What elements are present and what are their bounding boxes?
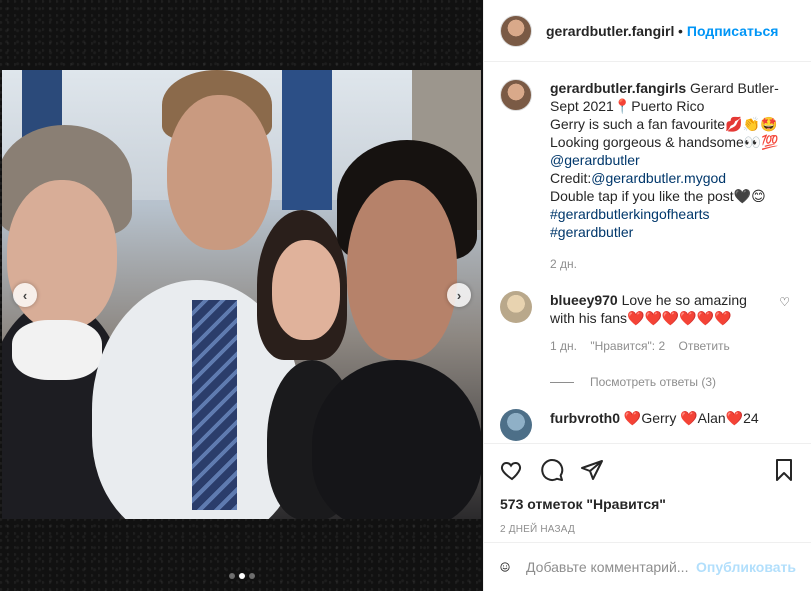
chevron-right-icon: › (456, 287, 462, 303)
carousel-next-button[interactable]: › (447, 283, 471, 307)
smile-icon[interactable] (500, 555, 510, 579)
caption-meta: 2 дн. (550, 255, 779, 273)
caption-line1: Gerard Butler- (690, 80, 779, 96)
save-button[interactable] (772, 458, 796, 482)
view-replies-label[interactable]: Посмотреть ответы (3) (590, 375, 716, 389)
post-media-area: ‹ › (0, 0, 483, 591)
add-comment-bar: Опубликовать (484, 542, 811, 591)
caption-username[interactable]: gerardbutler.fangirls (550, 80, 686, 96)
comment-button[interactable] (540, 458, 564, 482)
comment-input[interactable] (526, 559, 693, 575)
comment-item: blueey970 Love he so amazing with his fa… (500, 291, 796, 355)
caption-body: gerardbutler.fangirls Gerard Butler- Sep… (550, 79, 779, 273)
likes-count[interactable]: 573 отметок "Нравится" (500, 496, 796, 512)
carousel-dot (229, 573, 235, 579)
carousel-prev-button[interactable]: ‹ (13, 283, 37, 307)
photo-background-panel (282, 70, 332, 210)
person-left-mask (12, 320, 102, 380)
person-right-body (312, 360, 481, 519)
comment-avatar[interactable] (500, 291, 532, 323)
caption-line2: Sept 2021📍Puerto Rico (550, 98, 705, 114)
post-side-panel: gerardbutler.fangirl • Подписаться gerar… (483, 0, 811, 591)
action-icons-row (500, 444, 796, 496)
comment-username[interactable]: furbvroth0 (550, 410, 620, 426)
share-button[interactable] (580, 458, 604, 482)
author-avatar[interactable] (500, 14, 532, 47)
comment-likes[interactable]: "Нравится": 2 (590, 339, 665, 353)
caption-line7: Double tap if you like the post🖤😊 (550, 188, 766, 204)
follow-button[interactable]: Подписаться (687, 23, 779, 39)
publish-button[interactable]: Опубликовать (696, 559, 796, 575)
comment-icon (541, 459, 564, 481)
caption-line4: Looking gorgeous & handsome👀💯 (550, 134, 779, 150)
person-center-tie (192, 300, 237, 510)
header-separator: • (678, 22, 683, 39)
person-woman-face (272, 240, 340, 340)
chevron-left-icon: ‹ (22, 287, 28, 303)
caption-line3: Gerry is such a fan favourite💋👏🤩 (550, 116, 778, 132)
post-header: gerardbutler.fangirl • Подписаться (484, 0, 811, 62)
caption-credit-mention[interactable]: @gerardbutler.mygod (591, 170, 726, 186)
comment-reply-button[interactable]: Ответить (678, 339, 729, 353)
like-button[interactable] (500, 458, 524, 482)
caption-entry: gerardbutler.fangirls Gerard Butler- Sep… (500, 79, 796, 273)
caption-avatar[interactable] (500, 79, 532, 111)
post-photo[interactable] (2, 70, 481, 519)
comment-avatar[interactable] (500, 409, 532, 441)
post-actions: 573 отметок "Нравится" 2 ДНЕЙ НАЗАД (484, 443, 811, 541)
person-right-face (347, 180, 457, 360)
caption-mention[interactable]: @gerardbutler (550, 151, 779, 169)
bookmark-icon (776, 459, 792, 481)
comment-time[interactable]: 1 дн. (550, 339, 577, 353)
caption-hashtag[interactable]: #gerardbutlerkingofhearts (550, 205, 779, 223)
paper-plane-icon (581, 460, 603, 480)
caption-time[interactable]: 2 дн. (550, 257, 577, 271)
caption-hashtag[interactable]: #gerardbutler (550, 223, 779, 241)
carousel-dot-active (239, 573, 245, 579)
carousel-indicator (229, 573, 255, 579)
view-replies[interactable]: Посмотреть ответы (3) (550, 375, 796, 389)
caption-credit-prefix: Credit: (550, 170, 592, 186)
carousel-dot (249, 573, 255, 579)
person-center-face (167, 95, 272, 250)
author-username[interactable]: gerardbutler.fangirl (546, 23, 674, 39)
comment-text: ❤️Gerry ❤️Alan❤️24 (623, 410, 759, 426)
comment-username[interactable]: blueey970 (550, 292, 618, 308)
person-left-face (7, 180, 117, 330)
post-timestamp[interactable]: 2 ДНЕЙ НАЗАД (500, 524, 796, 535)
comment-item: furbvroth0 ❤️Gerry ❤️Alan❤️24 (500, 409, 796, 441)
comment-like-icon[interactable]: ♡ (779, 295, 790, 309)
replies-divider (550, 381, 574, 383)
comments-list[interactable]: gerardbutler.fangirls Gerard Butler- Sep… (484, 63, 811, 443)
heart-icon (500, 461, 522, 481)
comment-body: blueey970 Love he so amazing with his fa… (550, 291, 760, 355)
comment-body: furbvroth0 ❤️Gerry ❤️Alan❤️24 (550, 409, 759, 441)
comment-meta: 1 дн. "Нравится": 2 Ответить (550, 337, 760, 355)
